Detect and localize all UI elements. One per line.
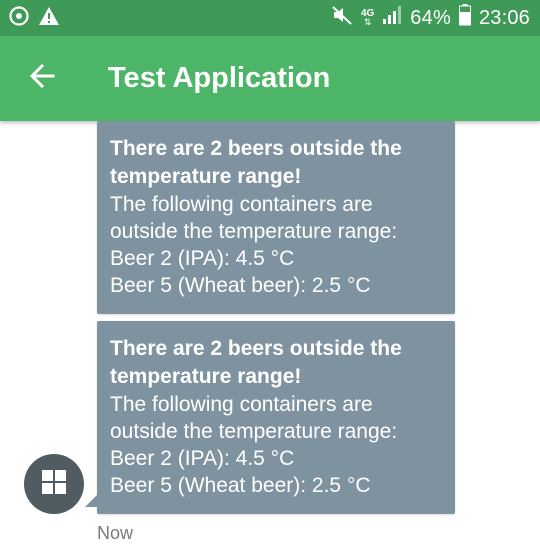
network-icon: 4G ⇅ (360, 8, 375, 27)
clock: 23:06 (478, 6, 530, 29)
battery-percent: 64% (410, 6, 451, 29)
message-line: Beer 5 (Wheat beer): 2.5 °C (110, 474, 371, 497)
grid-icon (41, 469, 67, 500)
message-line: Beer 2 (IPA): 4.5 °C (110, 447, 295, 470)
message-bubble[interactable]: There are 2 beers outside the temperatur… (97, 121, 455, 314)
status-left (8, 5, 60, 32)
message-line: Beer 5 (Wheat beer): 2.5 °C (110, 274, 371, 297)
message-line: Beer 2 (IPA): 4.5 °C (110, 247, 295, 270)
battery-icon (458, 4, 471, 32)
status-bar: 4G ⇅ 64% 23:06 (0, 0, 540, 36)
message-line: outside the temperature range: (110, 420, 398, 443)
message-bubble[interactable]: There are 2 beers outside the temperatur… (97, 321, 455, 514)
message-line: outside the temperature range: (110, 220, 398, 243)
sync-alert-icon (8, 5, 30, 32)
avatar[interactable] (24, 454, 84, 514)
message-line: The following containers are (110, 193, 373, 216)
status-right: 4G ⇅ 64% 23:06 (331, 4, 530, 32)
message-body: The following containers are outside the… (110, 391, 443, 499)
message-line: The following containers are (110, 393, 373, 416)
message-body: The following containers are outside the… (110, 191, 443, 299)
message-title: There are 2 beers outside the temperatur… (110, 137, 402, 188)
back-button[interactable] (0, 36, 84, 121)
signal-icon (382, 5, 402, 31)
warning-icon (38, 6, 60, 31)
bubble-tail (85, 493, 99, 507)
arrow-left-icon (29, 63, 55, 94)
mute-icon (331, 4, 353, 32)
app-bar: Test Application (0, 36, 540, 121)
app-title: Test Application (108, 62, 331, 94)
message-title: There are 2 beers outside the temperatur… (110, 337, 402, 388)
message-timestamp: Now (97, 523, 134, 543)
chat-area: There are 2 beers outside the temperatur… (0, 121, 540, 557)
